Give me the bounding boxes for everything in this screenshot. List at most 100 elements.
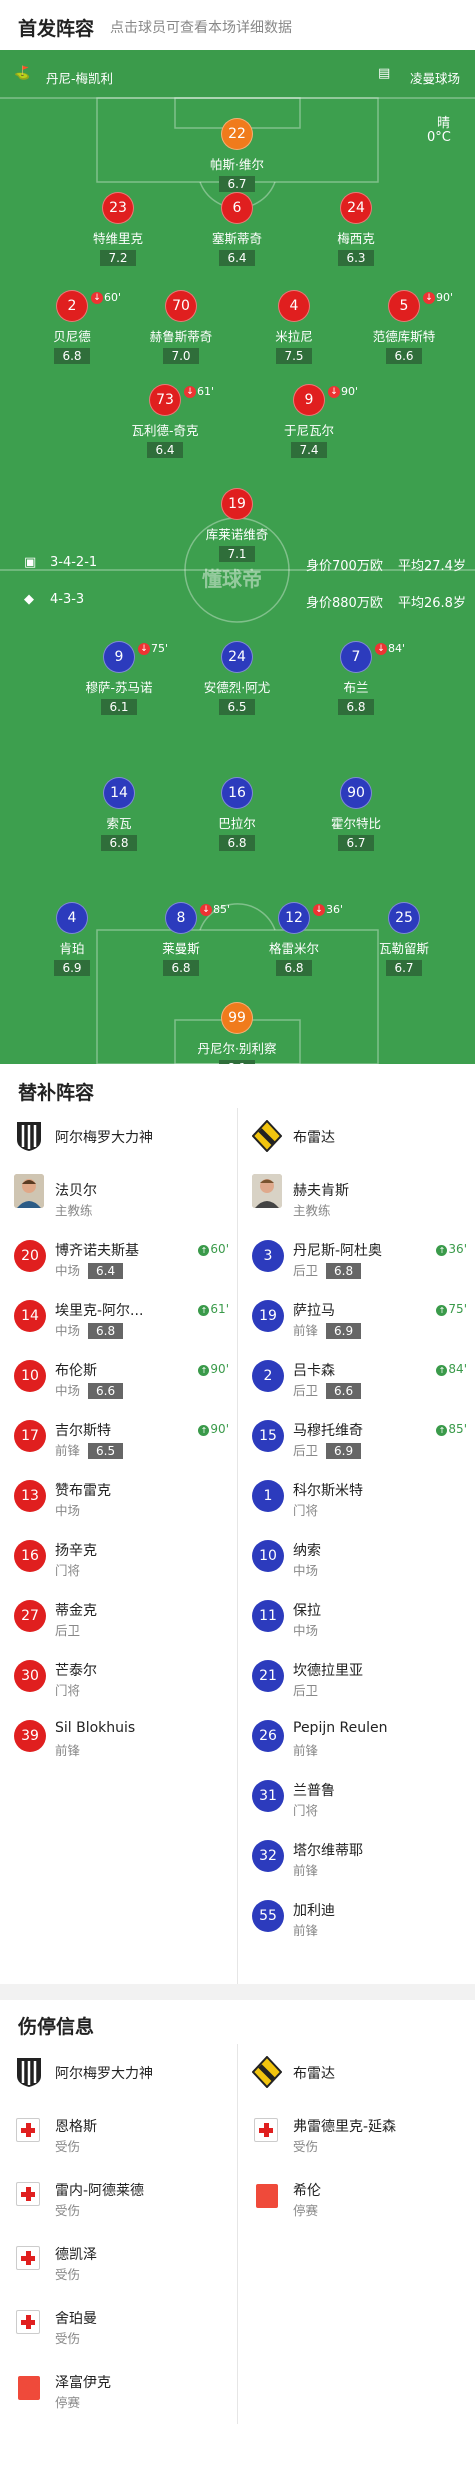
lineup-header: 首发阵容 点击球员可查看本场详细数据 <box>0 0 475 50</box>
sub-player-row[interactable]: 31 兰普鲁 门将 <box>238 1764 475 1824</box>
player-home-5[interactable]: 70 赫鲁斯蒂奇 7.0 <box>133 290 229 364</box>
pitch: ⛳ 丹尼-梅凯利 ▤ 凌曼球场 晴 0°C 懂球帝 ▣ 3-4-2-1 身价70… <box>0 50 475 1064</box>
injury-row[interactable]: 弗雷德里克-延森 受伤 <box>238 2100 475 2160</box>
team-name: 阿尔梅罗大力神 <box>55 2066 153 2082</box>
injury-row[interactable]: 舍珀曼 受伤 <box>0 2292 237 2352</box>
player-away-8[interactable]: 12 ↓ 36' 格雷米尔 6.8 <box>246 902 343 976</box>
player-away-7[interactable]: 8 ↓ 85' 莱曼斯 6.8 <box>133 902 230 976</box>
player-away-9[interactable]: 25 瓦勒留斯 6.7 <box>356 902 452 976</box>
coach-role: 主教练 <box>293 1203 331 1218</box>
sub-player-row[interactable]: 15 马穆托维奇 后卫 6.9 ↑ 85' <box>238 1404 475 1464</box>
injury-row[interactable]: 泽富伊克 停赛 <box>0 2356 237 2416</box>
player-number: 19 <box>252 1300 284 1332</box>
sub-player-row[interactable]: 10 纳索 中场 <box>238 1524 475 1584</box>
sub-player-row[interactable]: 21 坎德拉里亚 后卫 <box>238 1644 475 1704</box>
injury-status: 受伤 <box>55 2267 81 2282</box>
sub-player-row[interactable]: 10 布伦斯 中场 6.6 ↑ 90' <box>0 1344 237 1404</box>
injury-status: 停赛 <box>293 2203 319 2218</box>
sub-player-row[interactable]: 19 萨拉马 前锋 6.9 ↑ 75' <box>238 1284 475 1344</box>
player-home-2[interactable]: 6 塞斯蒂奇 6.4 <box>189 192 285 266</box>
player-number: 25 <box>388 902 420 934</box>
player-home-7[interactable]: 5 ↓ 90' 范德库斯特 6.6 <box>356 290 453 364</box>
injury-away-team: 布雷达 <box>238 2044 475 2100</box>
player-number: 5 ↓ 90' <box>388 290 453 322</box>
player-number: 16 <box>14 1540 46 1572</box>
player-name: 纳索 <box>293 1543 321 1559</box>
player-number: 14 <box>103 777 135 809</box>
player-name: 科尔斯米特 <box>293 1483 363 1499</box>
player-away-0[interactable]: 9 ↓ 75' 穆萨-苏马诺 6.1 <box>71 641 168 715</box>
player-rating: 7.5 <box>276 348 312 364</box>
player-name: 希伦 <box>293 2183 321 2199</box>
player-number: 11 <box>252 1600 284 1632</box>
player-position: 门将 <box>293 1803 319 1818</box>
home-value: 身价700万欧 <box>306 559 383 574</box>
player-away-10[interactable]: 99丹尼尔·别利察8.1 <box>189 1002 285 1064</box>
player-number: 9 ↓ 90' <box>293 384 358 416</box>
player-away-6[interactable]: 4 肯珀 6.9 <box>24 902 120 976</box>
sub-player-row[interactable]: 32 塔尔维蒂耶 前锋 <box>238 1824 475 1884</box>
red-card-icon <box>18 2376 40 2400</box>
injury-row[interactable]: 雷内-阿德莱德 受伤 <box>0 2164 237 2224</box>
sub-player-row[interactable]: 27 蒂金克 后卫 <box>0 1584 237 1644</box>
player-position: 中场 <box>293 1623 319 1638</box>
player-away-4[interactable]: 16 巴拉尔 6.8 <box>189 777 285 851</box>
player-number: 4 <box>278 290 310 322</box>
player-home-6[interactable]: 4 米拉尼 7.5 <box>246 290 342 364</box>
sub-player-row[interactable]: 1 科尔斯米特 门将 <box>238 1464 475 1524</box>
player-home-10[interactable]: 19 库莱诺维奇 7.1 <box>189 488 285 562</box>
player-name: 瓦勒留斯 <box>378 941 429 956</box>
player-home-1[interactable]: 23 特维里克 7.2 <box>70 192 166 266</box>
lineup-title: 首发阵容 <box>18 18 95 40</box>
player-position: 前锋 <box>293 1743 319 1758</box>
player-rating: 6.9 <box>326 1323 362 1339</box>
sub-player-row[interactable]: 13 赞布雷克 中场 <box>0 1464 237 1524</box>
sub-player-row[interactable]: 17 吉尔斯特 前锋 6.5 ↑ 90' <box>0 1404 237 1464</box>
player-away-3[interactable]: 14 索瓦 6.8 <box>71 777 167 851</box>
injury-row[interactable]: 希伦 停赛 <box>238 2164 475 2224</box>
player-home-8[interactable]: 73 ↓ 61' 瓦利德-奇克 6.4 <box>117 384 214 458</box>
player-away-5[interactable]: 90 霍尔特比 6.7 <box>308 777 404 851</box>
player-rating: 6.8 <box>276 960 312 976</box>
sub-player-row[interactable]: 30 芒泰尔 门将 <box>0 1644 237 1704</box>
player-home-3[interactable]: 24 梅西克 6.3 <box>308 192 404 266</box>
sub-on-icon: ↑ <box>436 1305 448 1316</box>
away-coach[interactable]: 赫夫肯斯 主教练 <box>238 1164 475 1224</box>
home-coach[interactable]: 法贝尔 主教练 <box>0 1164 237 1224</box>
player-name: Sil Blokhuis <box>55 1720 136 1736</box>
sub-player-row[interactable]: 3 丹尼斯-阿杜奥 后卫 6.8 ↑ 36' <box>238 1224 475 1284</box>
player-home-4[interactable]: 2 ↓ 60' 贝尼德 6.8 <box>24 290 121 364</box>
sub-player-row[interactable]: 16 扬辛克 门将 <box>0 1524 237 1584</box>
player-name: 兰普鲁 <box>293 1783 335 1799</box>
player-number: 21 <box>252 1660 284 1692</box>
team-name: 布雷达 <box>293 1130 335 1146</box>
sub-on-icon: ↑ <box>436 1245 448 1256</box>
heracles-logo <box>17 1122 41 1151</box>
player-name: 塔尔维蒂耶 <box>293 1843 363 1859</box>
sub-player-row[interactable]: 11 保拉 中场 <box>238 1584 475 1644</box>
player-number: 2 ↓ 60' <box>56 290 121 322</box>
subs-home-team: 阿尔梅罗大力神 <box>0 1108 237 1164</box>
player-home-9[interactable]: 9 ↓ 90' 于尼瓦尔 7.4 <box>261 384 358 458</box>
sub-player-row[interactable]: 20 博齐诺夫斯基 中场 6.4 ↑ 60' <box>0 1224 237 1284</box>
injury-icon <box>16 2246 40 2270</box>
player-away-1[interactable]: 24 安德烈·阿尤 6.5 <box>189 641 285 715</box>
player-home-0[interactable]: 22 帕斯·维尔 6.7 <box>189 118 285 192</box>
injury-row[interactable]: 恩格斯 受伤 <box>0 2100 237 2160</box>
player-number: 1 <box>252 1480 284 1512</box>
sub-player-row[interactable]: 14 埃里克-阿尔... 中场 6.8 ↑ 61' <box>0 1284 237 1344</box>
player-number: 23 <box>102 192 134 224</box>
player-name: 莱曼斯 <box>162 941 200 956</box>
sub-player-row[interactable]: 39 Sil Blokhuis 前锋 <box>0 1704 237 1764</box>
injury-row[interactable]: 德凯泽 受伤 <box>0 2228 237 2288</box>
player-name: 加利迪 <box>293 1903 335 1919</box>
sub-player-row[interactable]: 2 吕卡森 后卫 6.6 ↑ 84' <box>238 1344 475 1404</box>
player-number: 73 ↓ 61' <box>149 384 214 416</box>
sub-player-row[interactable]: 55 加利迪 前锋 <box>238 1884 475 1944</box>
coach-avatar <box>14 1174 44 1208</box>
sub-player-row[interactable]: 26 Pepijn Reulen 前锋 <box>238 1704 475 1764</box>
player-away-2[interactable]: 7 ↓ 84' 布兰 6.8 <box>308 641 405 715</box>
player-number: 15 <box>252 1420 284 1452</box>
player-rating: 6.9 <box>54 960 90 976</box>
sub-off-icon: ↓ 90' <box>423 283 453 313</box>
